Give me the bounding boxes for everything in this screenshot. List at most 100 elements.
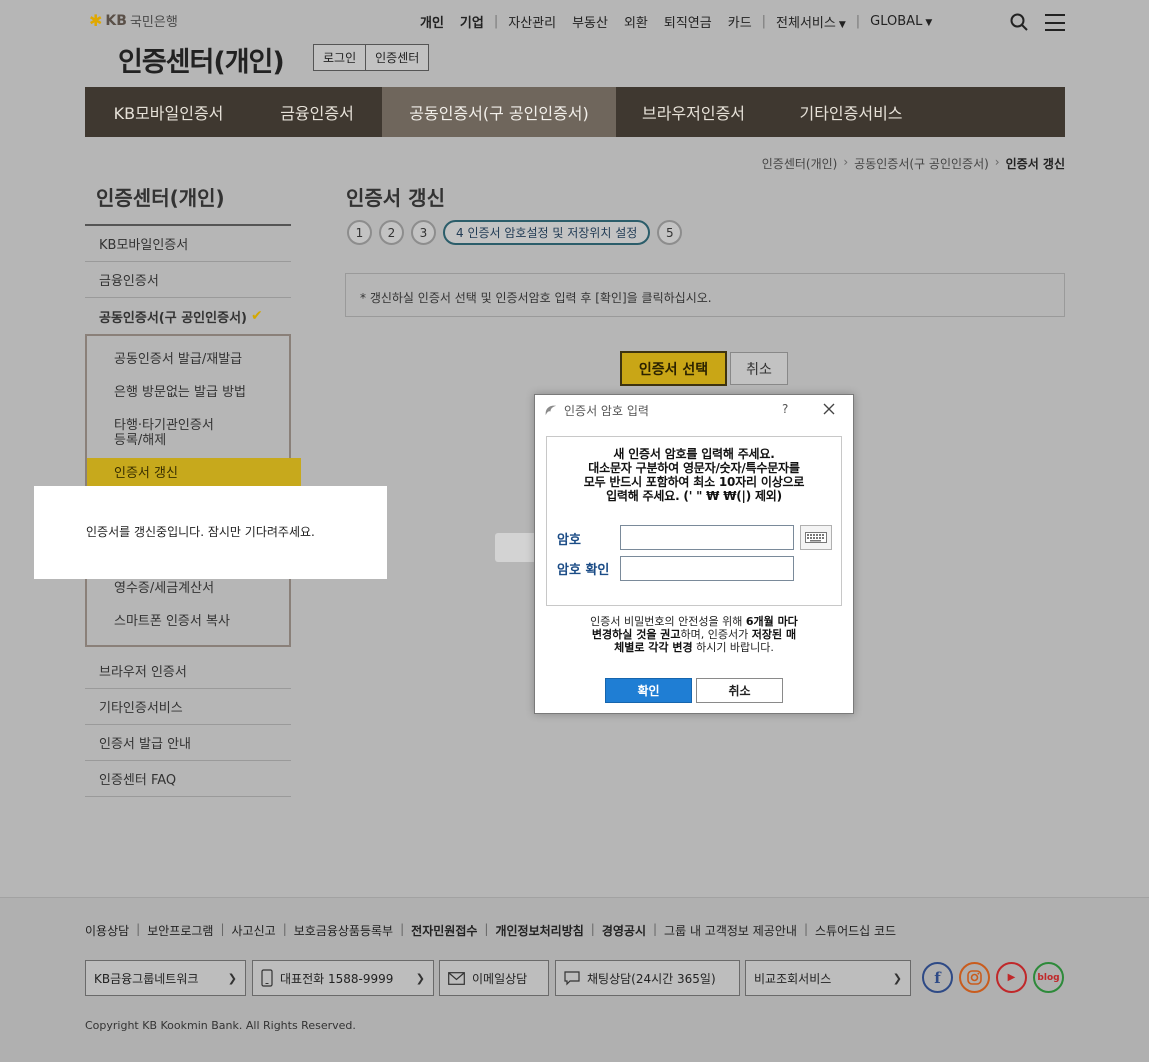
password-dialog: 인증서 암호 입력 ? 새 인증서 암호를 입력해 주세요. 대소문자 구분하여… <box>534 394 854 714</box>
nav-realestate[interactable]: 부동산 <box>564 12 616 31</box>
phone-icon <box>261 969 273 987</box>
submenu-no-visit[interactable]: 은행 방문없는 발급 방법 <box>87 377 289 410</box>
step-indicator: 1 2 3 4 인증서 암호설정 및 저장위치 설정 5 <box>347 220 683 245</box>
caret-down-icon: ▼ <box>925 18 933 28</box>
kb-logo[interactable]: ✱ KB 국민은행 <box>89 11 178 30</box>
chevron-down-icon: ✔ <box>250 308 263 324</box>
step-3: 3 <box>411 220 436 245</box>
title-tabs: 로그인 인증센터 <box>313 44 430 71</box>
nav-divider: | <box>855 14 861 29</box>
note-bold: 저장된 매 <box>751 628 797 641</box>
dialog-message-line: 입력해 주세요. (' " ₩ ₩(|) 제외) <box>606 489 782 503</box>
submenu-smartphone-copy[interactable]: 스마트폰 인증서 복사 <box>87 606 289 639</box>
sidebar-item-browser[interactable]: 브라우저 인증서 <box>85 653 291 689</box>
note-text: 인증서 비밀번호의 안전성을 위해 <box>590 615 746 628</box>
note-bold: 6개월 마다 <box>745 615 798 628</box>
cancel-button[interactable]: 취소 <box>730 352 788 385</box>
nav-divider: | <box>761 14 767 29</box>
virtual-keyboard-button[interactable] <box>800 525 832 550</box>
submenu-other-bank[interactable]: 타행·타기관인증서 등록/해제 <box>87 410 289 458</box>
main-tab-other[interactable]: 기타인증서비스 <box>771 87 931 137</box>
keyboard-icon <box>805 532 827 543</box>
submenu-issue[interactable]: 공동인증서 발급/재발급 <box>87 344 289 377</box>
main-tab-kb-mobile[interactable]: KB모바일인증서 <box>85 87 252 137</box>
facebook-icon[interactable]: f <box>922 962 953 993</box>
notice-box: * 갱신하실 인증서 선택 및 인증서암호 입력 후 [확인]을 클릭하십시오. <box>345 273 1065 317</box>
sidebar-item-kb-mobile[interactable]: KB모바일인증서 <box>85 226 291 262</box>
nav-card[interactable]: 카드 <box>720 12 760 31</box>
password-confirm-input[interactable] <box>620 556 794 581</box>
dialog-ok-button[interactable]: 확인 <box>605 678 692 703</box>
nav-global[interactable]: GLOBAL ▼ <box>862 14 940 29</box>
youtube-icon[interactable]: ▶ <box>996 962 1027 993</box>
nav-global-label: GLOBAL <box>870 14 923 29</box>
sidebar-item-issue-guide[interactable]: 인증서 발급 안내 <box>85 725 291 761</box>
footer-link[interactable]: 스튜어드십 코드 <box>808 922 903 939</box>
instagram-icon[interactable] <box>959 962 990 993</box>
dialog-panel: 새 인증서 암호를 입력해 주세요. 대소문자 구분하여 영문자/숫자/특수문자… <box>546 436 842 606</box>
help-icon[interactable]: ? <box>782 402 788 416</box>
nav-fx[interactable]: 외환 <box>616 12 656 31</box>
nav-asset[interactable]: 자산관리 <box>500 12 564 31</box>
nav-personal[interactable]: 개인 <box>412 12 452 31</box>
dialog-message-line: 모두 반드시 포함하여 최소 10자리 이상으로 <box>583 475 805 489</box>
chevron-down-icon: ❯ <box>415 971 425 985</box>
nav-pension[interactable]: 퇴직연금 <box>656 12 720 31</box>
phone-select[interactable]: 대표전화 1588-9999 ❯ <box>252 960 434 996</box>
nav-divider: | <box>493 14 499 29</box>
sidebar-item-other[interactable]: 기타인증서비스 <box>85 689 291 725</box>
footer-link[interactable]: 보안프로그램 <box>140 922 220 939</box>
mail-icon <box>448 971 465 985</box>
cert-center-tab[interactable]: 인증센터 <box>365 45 428 70</box>
hamburger-menu-icon[interactable] <box>1045 14 1065 31</box>
submenu-other-bank-line2: 등록/해제 <box>114 432 167 448</box>
footer-link[interactable]: 사고신고 <box>225 922 283 939</box>
email-consult-button[interactable]: 이메일상담 <box>439 960 549 996</box>
kb-star-icon: ✱ <box>89 11 103 30</box>
email-label: 이메일상담 <box>472 971 528 986</box>
sidebar-item-joint-cert[interactable]: 공동인증서(구 공인인증서) ✔ <box>85 298 291 334</box>
breadcrumb-item[interactable]: 인증센터(개인) <box>762 155 838 172</box>
note-text: 하시기 바랍니다. <box>692 641 774 654</box>
search-icon[interactable] <box>1010 13 1028 31</box>
sidebar-title: 인증센터(개인) <box>96 186 225 210</box>
footer-link[interactable]: 개인정보처리방침 <box>488 922 590 939</box>
login-tab[interactable]: 로그인 <box>314 45 365 70</box>
sidebar-item-faq[interactable]: 인증센터 FAQ <box>85 761 291 797</box>
dialog-title: 인증서 암호 입력 <box>564 403 649 418</box>
footer-link[interactable]: 이용상담 <box>85 922 136 939</box>
step-1: 1 <box>347 220 372 245</box>
copyright: Copyright KB Kookmin Bank. All Rights Re… <box>85 1019 356 1032</box>
main-tab-financial[interactable]: 금융인증서 <box>252 87 382 137</box>
footer-link[interactable]: 경영공시 <box>595 922 653 939</box>
nav-corporate[interactable]: 기업 <box>452 12 492 31</box>
step-5: 5 <box>657 220 683 245</box>
breadcrumb-item[interactable]: 공동인증서(구 공인인증서) <box>854 155 989 172</box>
dialog-titlebar[interactable]: 인증서 암호 입력 <box>535 395 853 425</box>
select-cert-button[interactable]: 인증서 선택 <box>620 351 727 386</box>
main-tab-browser[interactable]: 브라우저인증서 <box>616 87 771 137</box>
footer-link[interactable]: 그룹 내 고객정보 제공안내 <box>657 922 804 939</box>
dialog-security-note: 인증서 비밀번호의 안전성을 위해 6개월 마다 변경하실 것을 권고하며, 인증… <box>546 615 842 654</box>
blog-icon[interactable]: blog <box>1033 962 1064 993</box>
footer-link[interactable]: 전자민원접수 <box>404 922 484 939</box>
chat-consult-button[interactable]: 채팅상담(24시간 365일) <box>555 960 740 996</box>
sidebar-item-label: 공동인증서(구 공인인증서) <box>99 310 247 326</box>
group-network-select[interactable]: KB금융그룹네트워크 ❯ <box>85 960 246 996</box>
step-4-current: 4 인증서 암호설정 및 저장위치 설정 <box>443 220 651 245</box>
compare-service-select[interactable]: 비교조회서비스 ❯ <box>745 960 911 996</box>
page-title: 인증센터(개인) <box>118 47 285 78</box>
main-tab-joint-cert[interactable]: 공동인증서(구 공인인증서) <box>382 87 616 137</box>
dialog-cancel-button[interactable]: 취소 <box>696 678 783 703</box>
close-icon[interactable] <box>822 402 836 416</box>
password-label: 암호 <box>557 533 581 548</box>
footer-link[interactable]: 보호금융상품등록부 <box>287 922 400 939</box>
main-nav: KB모바일인증서 금융인증서 공동인증서(구 공인인증서) 브라우저인증서 기타… <box>85 87 1065 137</box>
password-input[interactable] <box>620 525 794 550</box>
logo-brand: KB <box>105 12 127 29</box>
top-nav: 개인 기업 | 자산관리 부동산 외환 퇴직연금 카드 | 전체서비스 ▼ | G… <box>412 12 940 31</box>
chat-label: 채팅상담(24시간 365일) <box>587 971 716 986</box>
nav-all-services[interactable]: 전체서비스 ▼ <box>768 12 854 31</box>
sidebar-item-financial[interactable]: 금융인증서 <box>85 262 291 298</box>
content-title: 인증서 갱신 <box>346 186 445 210</box>
